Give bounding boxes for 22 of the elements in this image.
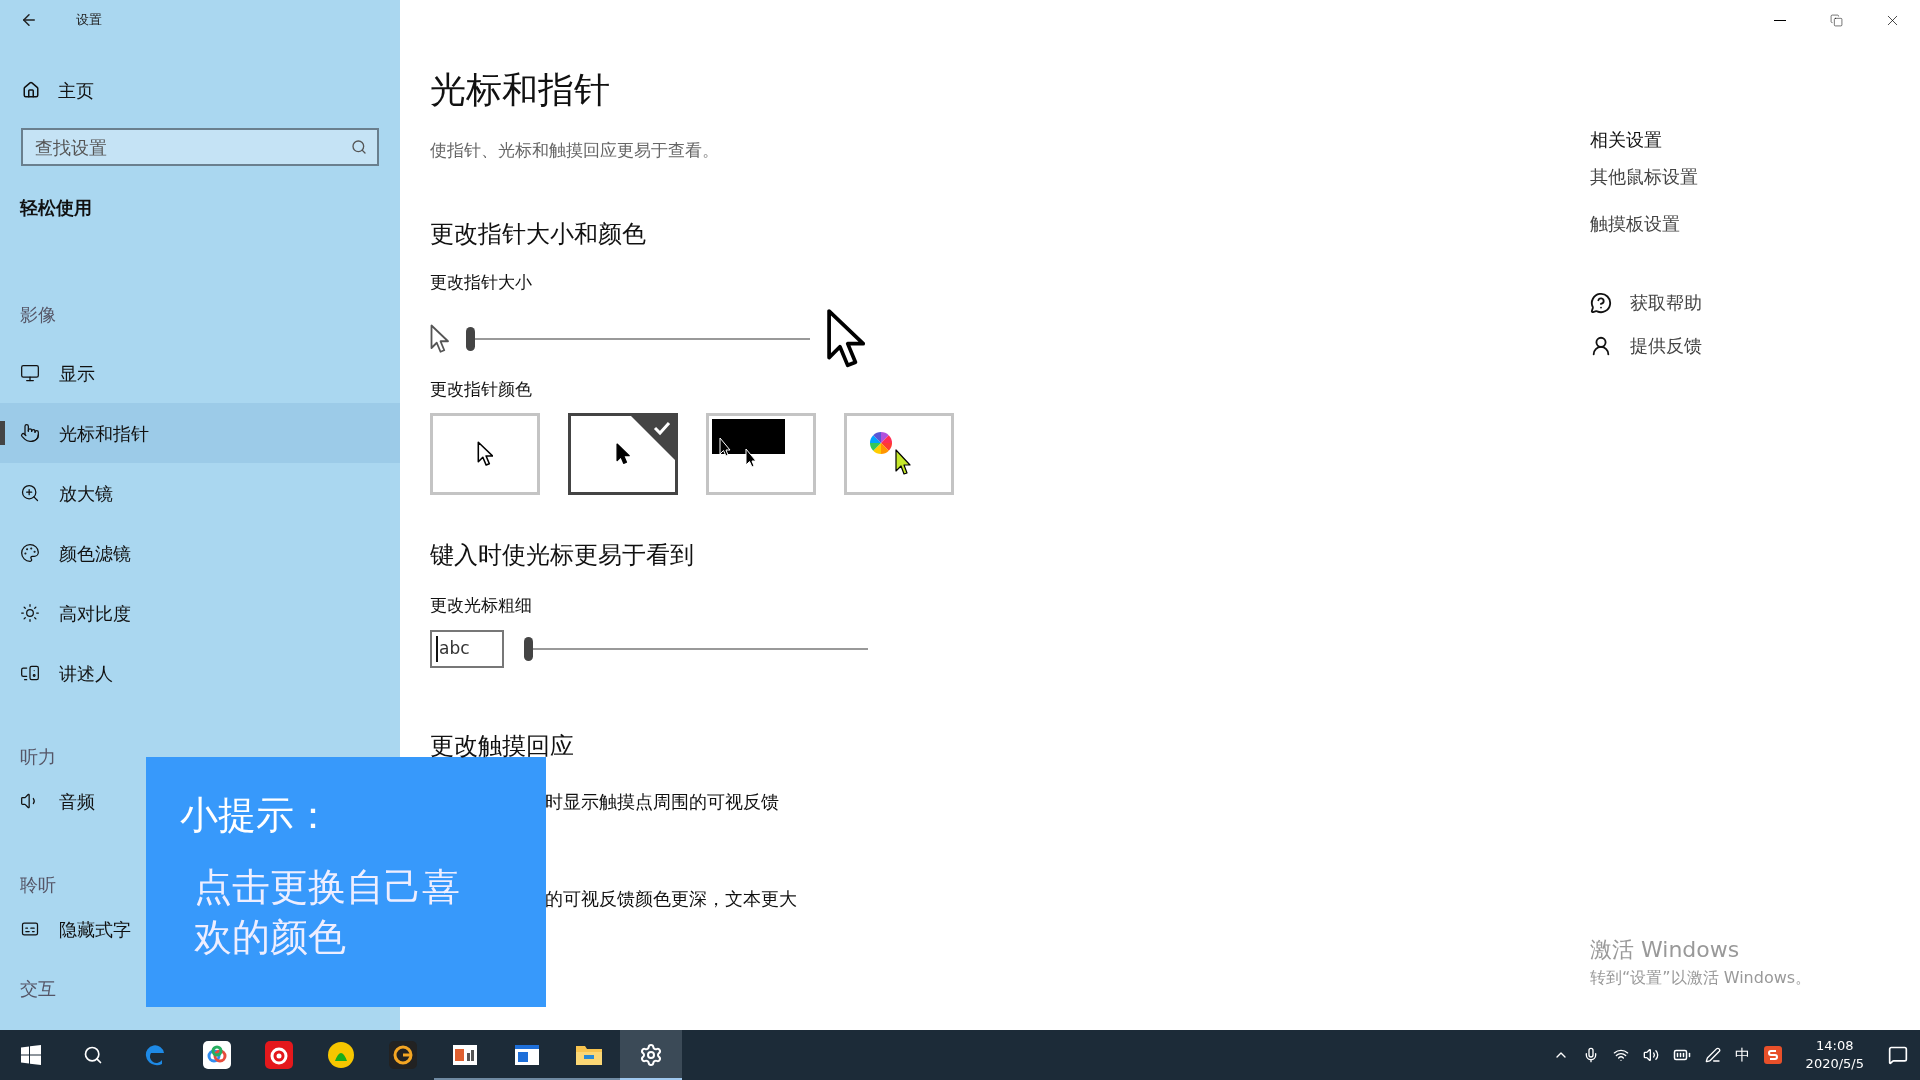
- activation-title: 激活 Windows: [1590, 936, 1741, 964]
- setting-label: 更改光标粗细: [430, 593, 532, 617]
- tip-text: 点击更换自己喜欢的颜色: [193, 864, 461, 961]
- group-heading: 交互: [19, 976, 57, 1001]
- page-title: 光标和指针: [430, 72, 610, 108]
- group-heading: 影像: [19, 302, 57, 327]
- related-heading: 相关设置: [1590, 128, 1663, 152]
- page-description: 使指针、光标和触摸回应更易于查看。: [430, 139, 719, 162]
- setting-description: 时显示触摸点周围的可视反馈: [545, 790, 780, 814]
- window-title: 设置: [76, 11, 102, 30]
- activation-text: 转到“设置”以激活 Windows。: [1590, 967, 1813, 989]
- category-heading: 轻松使用: [18, 196, 93, 220]
- setting-label: 更改指针颜色: [430, 378, 532, 401]
- section-heading: 键入时使光标更易于看到: [430, 539, 694, 571]
- section-heading: 更改触摸回应: [430, 731, 574, 762]
- group-heading: 聆听: [19, 872, 57, 897]
- setting-description: 的可视反馈颜色更深，文本更大: [545, 887, 797, 911]
- setting-label: 更改指针大小: [430, 270, 532, 294]
- group-heading: 听力: [19, 744, 57, 769]
- cursor-preview-field: abc: [430, 630, 504, 668]
- section-heading: 更改指针大小和颜色: [430, 218, 646, 250]
- tip-title: 小提示：: [180, 792, 332, 839]
